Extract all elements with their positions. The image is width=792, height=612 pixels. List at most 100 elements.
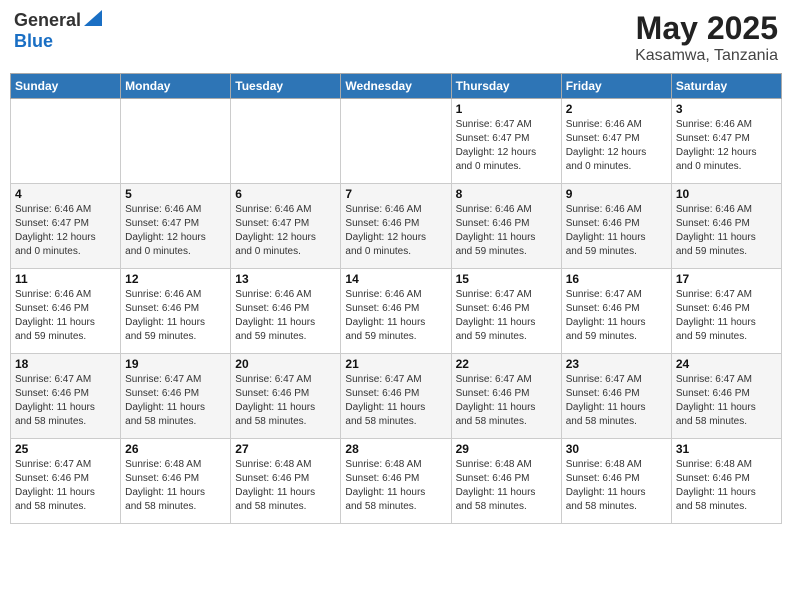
- calendar-cell: 16Sunrise: 6:47 AM Sunset: 6:46 PM Dayli…: [561, 269, 671, 354]
- day-info: Sunrise: 6:46 AM Sunset: 6:46 PM Dayligh…: [345, 203, 446, 259]
- calendar-cell: 23 Sunrise: 6:47 AM Sunset: 6:46 PM Dayli…: [561, 354, 671, 439]
- day-number: 2: [566, 102, 667, 116]
- calendar-cell: 3 Sunrise: 6:46 AM Sunset: 6:47 PM Daylig…: [671, 99, 781, 184]
- calendar-header-row: Sunday Monday Tuesday Wednesday Thursday…: [11, 74, 782, 99]
- calendar-cell: 29 Sunrise: 6:48 AM Sunset: 6:46 PM Dayli…: [451, 439, 561, 524]
- calendar-cell: 14 Sunrise: 6:46 AM Sunset: 6:46 PM Dayli…: [341, 269, 451, 354]
- day-info: Sunrise: 6:46 AM Sunset: 6:46 PM Dayligh…: [676, 203, 777, 259]
- day-number: 31: [676, 442, 777, 456]
- day-info: Sunrise: 6:47 AM Sunset: 6:46 PM Dayligh…: [15, 458, 116, 514]
- calendar-cell: 25 Sunrise: 6:47 AM Sunset: 6:46 PM Dayli…: [11, 439, 121, 524]
- calendar-cell: 12 Sunrise: 6:46 AM Sunset: 6:46 PM Dayli…: [121, 269, 231, 354]
- logo-arrow: [84, 10, 102, 31]
- day-number: 28: [345, 442, 446, 456]
- day-info: Sunrise: 6:47 AM Sunset: 6:46 PM Dayligh…: [676, 288, 777, 344]
- day-info: Sunrise: 6:47 AM Sunset: 6:46 PM Dayligh…: [456, 288, 557, 344]
- day-number: 20: [235, 357, 336, 371]
- day-number: 1: [456, 102, 557, 116]
- day-info: Sunrise: 6:46 AM Sunset: 6:46 PM Dayligh…: [125, 288, 226, 344]
- day-info: Sunrise: 6:48 AM Sunset: 6:46 PM Dayligh…: [345, 458, 446, 514]
- day-info: Sunrise: 6:46 AM Sunset: 6:47 PM Dayligh…: [676, 118, 777, 174]
- calendar-cell: 24Sunrise: 6:47 AM Sunset: 6:46 PM Dayli…: [671, 354, 781, 439]
- day-info: Sunrise: 6:47 AM Sunset: 6:47 PM Dayligh…: [456, 118, 557, 174]
- calendar-cell: 8Sunrise: 6:46 AM Sunset: 6:46 PM Daylig…: [451, 184, 561, 269]
- day-number: 6: [235, 187, 336, 201]
- day-number: 18: [15, 357, 116, 371]
- calendar-cell: 15 Sunrise: 6:47 AM Sunset: 6:46 PM Dayli…: [451, 269, 561, 354]
- day-info: Sunrise: 6:46 AM Sunset: 6:47 PM Dayligh…: [235, 203, 336, 259]
- day-number: 11: [15, 272, 116, 286]
- calendar-cell: [11, 99, 121, 184]
- calendar-week-row: 18 Sunrise: 6:47 AM Sunset: 6:46 PM Dayli…: [11, 354, 782, 439]
- day-number: 19: [125, 357, 226, 371]
- day-number: 27: [235, 442, 336, 456]
- day-number: 22: [456, 357, 557, 371]
- day-number: 13: [235, 272, 336, 286]
- calendar-cell: 9Sunrise: 6:46 AM Sunset: 6:46 PM Daylig…: [561, 184, 671, 269]
- day-info: Sunrise: 6:47 AM Sunset: 6:46 PM Dayligh…: [125, 373, 226, 429]
- calendar-cell: 31Sunrise: 6:48 AM Sunset: 6:46 PM Dayli…: [671, 439, 781, 524]
- calendar-cell: 30Sunrise: 6:48 AM Sunset: 6:46 PM Dayli…: [561, 439, 671, 524]
- day-info: Sunrise: 6:47 AM Sunset: 6:46 PM Dayligh…: [456, 373, 557, 429]
- calendar-cell: 10 Sunrise: 6:46 AM Sunset: 6:46 PM Dayli…: [671, 184, 781, 269]
- day-number: 3: [676, 102, 777, 116]
- calendar-cell: 2 Sunrise: 6:46 AM Sunset: 6:47 PM Daylig…: [561, 99, 671, 184]
- title-area: May 2025 Kasamwa, Tanzania: [635, 10, 778, 65]
- col-friday: Friday: [561, 74, 671, 99]
- day-info: Sunrise: 6:48 AM Sunset: 6:46 PM Dayligh…: [235, 458, 336, 514]
- calendar-cell: 20Sunrise: 6:47 AM Sunset: 6:46 PM Dayli…: [231, 354, 341, 439]
- day-number: 15: [456, 272, 557, 286]
- day-number: 29: [456, 442, 557, 456]
- day-info: Sunrise: 6:47 AM Sunset: 6:46 PM Dayligh…: [566, 288, 667, 344]
- calendar-cell: 6 Sunrise: 6:46 AM Sunset: 6:47 PM Daylig…: [231, 184, 341, 269]
- calendar-cell: 7 Sunrise: 6:46 AM Sunset: 6:46 PM Daylig…: [341, 184, 451, 269]
- calendar-cell: 28 Sunrise: 6:48 AM Sunset: 6:46 PM Dayli…: [341, 439, 451, 524]
- day-number: 24: [676, 357, 777, 371]
- calendar-cell: 27 Sunrise: 6:48 AM Sunset: 6:46 PM Dayli…: [231, 439, 341, 524]
- day-number: 23: [566, 357, 667, 371]
- day-number: 7: [345, 187, 446, 201]
- logo-blue: Blue: [14, 31, 53, 51]
- day-number: 9: [566, 187, 667, 201]
- logo-general: General: [14, 10, 81, 31]
- day-info: Sunrise: 6:47 AM Sunset: 6:46 PM Dayligh…: [566, 373, 667, 429]
- day-info: Sunrise: 6:48 AM Sunset: 6:46 PM Dayligh…: [456, 458, 557, 514]
- day-number: 4: [15, 187, 116, 201]
- day-info: Sunrise: 6:46 AM Sunset: 6:46 PM Dayligh…: [456, 203, 557, 259]
- calendar-cell: 22 Sunrise: 6:47 AM Sunset: 6:46 PM Dayli…: [451, 354, 561, 439]
- day-info: Sunrise: 6:47 AM Sunset: 6:46 PM Dayligh…: [15, 373, 116, 429]
- day-info: Sunrise: 6:46 AM Sunset: 6:47 PM Dayligh…: [566, 118, 667, 174]
- day-number: 21: [345, 357, 446, 371]
- day-info: Sunrise: 6:48 AM Sunset: 6:46 PM Dayligh…: [125, 458, 226, 514]
- calendar-cell: 21 Sunrise: 6:47 AM Sunset: 6:46 PM Dayli…: [341, 354, 451, 439]
- day-info: Sunrise: 6:47 AM Sunset: 6:46 PM Dayligh…: [345, 373, 446, 429]
- calendar-cell: 4 Sunrise: 6:46 AM Sunset: 6:47 PM Daylig…: [11, 184, 121, 269]
- day-info: Sunrise: 6:46 AM Sunset: 6:47 PM Dayligh…: [125, 203, 226, 259]
- col-saturday: Saturday: [671, 74, 781, 99]
- col-monday: Monday: [121, 74, 231, 99]
- day-info: Sunrise: 6:46 AM Sunset: 6:46 PM Dayligh…: [345, 288, 446, 344]
- day-number: 17: [676, 272, 777, 286]
- day-info: Sunrise: 6:46 AM Sunset: 6:46 PM Dayligh…: [15, 288, 116, 344]
- calendar-cell: 26 Sunrise: 6:48 AM Sunset: 6:46 PM Dayli…: [121, 439, 231, 524]
- calendar-cell: 1 Sunrise: 6:47 AM Sunset: 6:47 PM Daylig…: [451, 99, 561, 184]
- col-tuesday: Tuesday: [231, 74, 341, 99]
- day-info: Sunrise: 6:46 AM Sunset: 6:47 PM Dayligh…: [15, 203, 116, 259]
- calendar-cell: 19 Sunrise: 6:47 AM Sunset: 6:46 PM Dayli…: [121, 354, 231, 439]
- logo: General Blue: [14, 10, 102, 52]
- col-sunday: Sunday: [11, 74, 121, 99]
- calendar-cell: 11 Sunrise: 6:46 AM Sunset: 6:46 PM Dayli…: [11, 269, 121, 354]
- day-info: Sunrise: 6:48 AM Sunset: 6:46 PM Dayligh…: [566, 458, 667, 514]
- day-number: 5: [125, 187, 226, 201]
- calendar-cell: 18 Sunrise: 6:47 AM Sunset: 6:46 PM Dayli…: [11, 354, 121, 439]
- calendar-week-row: 4 Sunrise: 6:46 AM Sunset: 6:47 PM Daylig…: [11, 184, 782, 269]
- day-number: 14: [345, 272, 446, 286]
- day-number: 25: [15, 442, 116, 456]
- day-number: 26: [125, 442, 226, 456]
- day-number: 12: [125, 272, 226, 286]
- day-number: 10: [676, 187, 777, 201]
- calendar-week-row: 11 Sunrise: 6:46 AM Sunset: 6:46 PM Dayli…: [11, 269, 782, 354]
- calendar-cell: 13 Sunrise: 6:46 AM Sunset: 6:46 PM Dayli…: [231, 269, 341, 354]
- calendar-cell: 17 Sunrise: 6:47 AM Sunset: 6:46 PM Dayli…: [671, 269, 781, 354]
- day-info: Sunrise: 6:46 AM Sunset: 6:46 PM Dayligh…: [235, 288, 336, 344]
